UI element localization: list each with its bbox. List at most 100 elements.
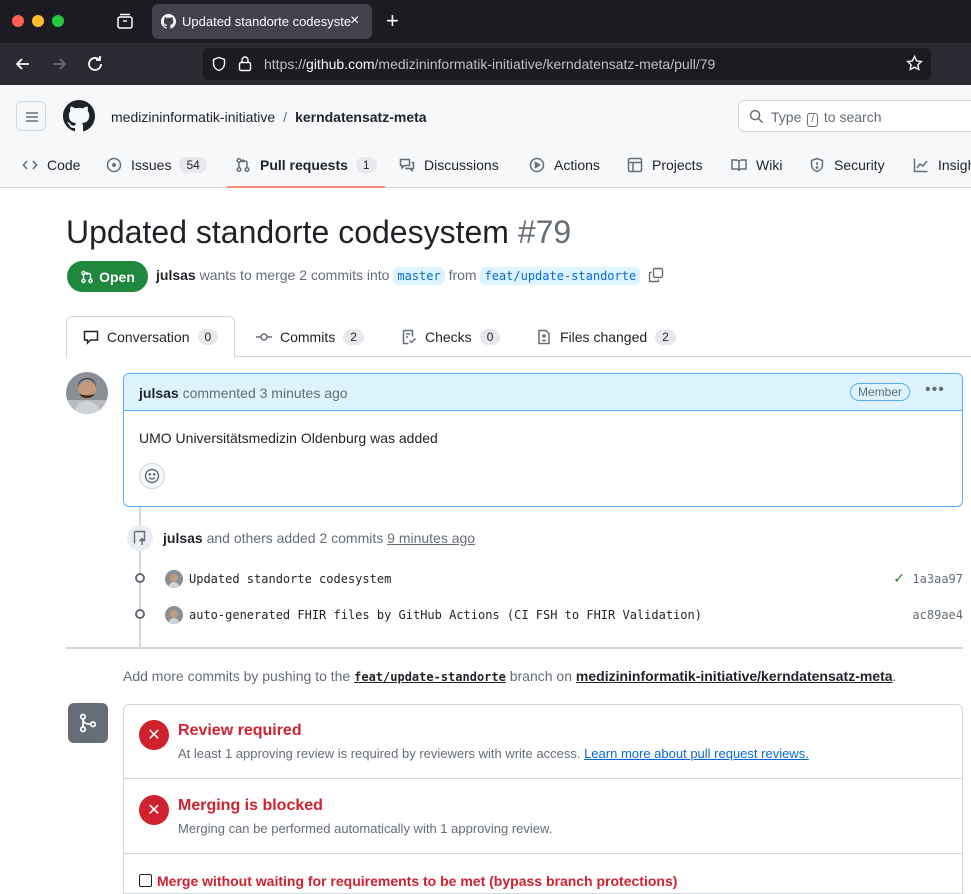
learn-more-link[interactable]: Learn more about pull request reviews. — [584, 746, 809, 761]
code-icon — [22, 160, 38, 170]
tab-actions[interactable]: Actions — [529, 142, 600, 188]
pull-request-icon — [81, 270, 93, 283]
commit-avatar[interactable] — [165, 606, 183, 624]
push-event-icon — [127, 525, 153, 551]
merging-blocked-desc: Merging can be performed automatically w… — [178, 821, 553, 836]
play-icon — [529, 157, 545, 173]
repo-nav: Code Issues 54 Pull requests 1 Discussions… — [0, 142, 971, 188]
commit-row: auto-generated FHIR files by GitHub Acti… — [130, 606, 963, 626]
kebab-menu-icon[interactable]: ••• — [925, 381, 945, 399]
tab-discussions[interactable]: Discussions — [399, 142, 499, 188]
back-arrow-icon[interactable] — [12, 53, 34, 75]
base-branch[interactable]: master — [393, 267, 445, 285]
tab-insights[interactable]: Insights — [913, 142, 971, 188]
commit-message[interactable]: auto-generated FHIR files by GitHub Acti… — [189, 608, 702, 622]
review-required-row: ✕ Review required At least 1 approving r… — [124, 705, 962, 779]
discussions-icon — [399, 158, 415, 173]
search-placeholder: Type / to search — [771, 109, 882, 127]
user-avatar-icon — [66, 372, 108, 414]
pr-meta: julsas wants to merge 2 commits into mas… — [156, 267, 664, 285]
close-tab-icon[interactable]: × — [350, 12, 359, 30]
branch-link[interactable]: feat/update-standorte — [354, 670, 506, 684]
zoom-window-button[interactable] — [52, 15, 64, 27]
tab-commits[interactable]: Commits 2 — [256, 316, 364, 357]
commit-row: Updated standorte codesystem ✓ 1a3aa97 — [130, 570, 963, 590]
minimize-window-button[interactable] — [32, 15, 44, 27]
author-link[interactable]: julsas — [156, 267, 196, 283]
comment-box: julsas commented 3 minutes ago Member ••… — [123, 373, 963, 507]
pull-request-icon — [236, 157, 250, 173]
repo-push-icon — [133, 530, 146, 545]
star-bookmark-icon[interactable] — [906, 55, 923, 72]
commit-avatar[interactable] — [165, 570, 183, 588]
bypass-checkbox[interactable]: Merge without waiting for requirements t… — [139, 873, 677, 889]
address-bar[interactable]: https://github.com/medizininformatik-ini… — [203, 48, 931, 80]
push-author[interactable]: julsas — [163, 530, 203, 546]
checklist-icon — [402, 329, 417, 344]
tab-title: Updated standorte codesystem — [182, 14, 352, 29]
hamburger-icon — [26, 112, 38, 122]
checkbox[interactable] — [139, 874, 152, 887]
head-branch[interactable]: feat/update-standorte — [480, 267, 641, 285]
commit-message[interactable]: Updated standorte codesystem — [189, 572, 391, 586]
smiley-icon — [144, 468, 160, 484]
tab-issues[interactable]: Issues 54 — [106, 142, 207, 188]
shield-icon[interactable] — [211, 56, 227, 72]
check-icon[interactable]: ✓ — [893, 570, 905, 587]
tab-overview-icon[interactable] — [116, 13, 134, 29]
commit-icon — [256, 332, 272, 341]
url-text: https://github.com/medizininformatik-ini… — [264, 56, 716, 72]
comment-body: UMO Universitätsmedizin Oldenburg was ad… — [139, 430, 438, 446]
repo-link[interactable]: medizininformatik-initiative/kerndatensa… — [576, 668, 893, 684]
page-title: Updated standorte codesystem #79 — [66, 214, 572, 250]
forward-arrow-icon[interactable] — [48, 53, 70, 75]
commit-dot-icon — [130, 573, 150, 583]
pr-number: #79 — [517, 214, 572, 250]
push-time-link[interactable]: 9 minutes ago — [387, 530, 475, 546]
new-tab-icon[interactable]: + — [386, 10, 399, 32]
reload-icon[interactable] — [84, 53, 106, 75]
copy-icon[interactable] — [648, 267, 664, 283]
tab-conversation[interactable]: Conversation 0 — [66, 316, 236, 358]
breadcrumb: medizininformatik-initiative / kerndatensa… — [111, 109, 427, 125]
hamburger-menu-button[interactable] — [16, 101, 46, 131]
pulls-count: 1 — [355, 157, 377, 173]
search-input[interactable]: Type / to search — [738, 100, 971, 132]
bypass-label: Merge without waiting for requirements t… — [157, 873, 678, 889]
tab-files-changed[interactable]: Files changed 2 — [536, 316, 676, 357]
comment-header: julsas commented 3 minutes ago Member ••… — [124, 374, 962, 411]
tab-code[interactable]: Code — [22, 142, 80, 188]
github-header: medizininformatik-initiative / kerndatensa… — [0, 85, 971, 188]
comment-timestamp: commented 3 minutes ago — [182, 385, 348, 401]
review-required-desc: At least 1 approving review is required … — [178, 746, 809, 761]
lock-icon[interactable] — [237, 55, 253, 72]
browser-tab-active[interactable]: Updated standorte codesystem × — [152, 4, 372, 39]
github-favicon-icon — [161, 14, 176, 29]
add-reaction-button[interactable] — [139, 463, 165, 489]
review-required-title: Review required — [178, 722, 302, 739]
commit-sha[interactable]: 1a3aa97 — [912, 572, 963, 586]
timeline-divider — [66, 647, 963, 649]
tab-projects[interactable]: Projects — [627, 142, 703, 188]
tab-pull-requests[interactable]: Pull requests 1 — [227, 142, 385, 188]
issue-icon — [106, 157, 122, 173]
add-more-commits-hint: Add more commits by pushing to the feat/… — [123, 668, 897, 684]
close-window-button[interactable] — [12, 15, 24, 27]
repo-link[interactable]: kerndatensatz-meta — [295, 109, 427, 125]
tab-security[interactable]: Security — [809, 142, 885, 188]
breadcrumb-separator: / — [283, 109, 288, 125]
git-merge-icon — [68, 703, 108, 743]
tab-checks[interactable]: Checks 0 — [401, 316, 501, 357]
commit-sha[interactable]: ac89ae4 — [912, 608, 963, 622]
file-diff-icon — [538, 329, 550, 344]
merge-status-box: ✕ Review required At least 1 approving r… — [123, 704, 963, 894]
shield-icon — [810, 157, 824, 173]
avatar[interactable] — [66, 372, 108, 414]
owner-link[interactable]: medizininformatik-initiative — [111, 109, 275, 125]
browser-tab-bar: Updated standorte codesystem × + — [0, 0, 971, 43]
x-circle-icon: ✕ — [139, 720, 169, 750]
github-logo-icon[interactable] — [63, 100, 95, 132]
comment-author[interactable]: julsas — [139, 385, 179, 401]
tab-wiki[interactable]: Wiki — [731, 142, 782, 188]
member-badge: Member — [850, 383, 911, 401]
